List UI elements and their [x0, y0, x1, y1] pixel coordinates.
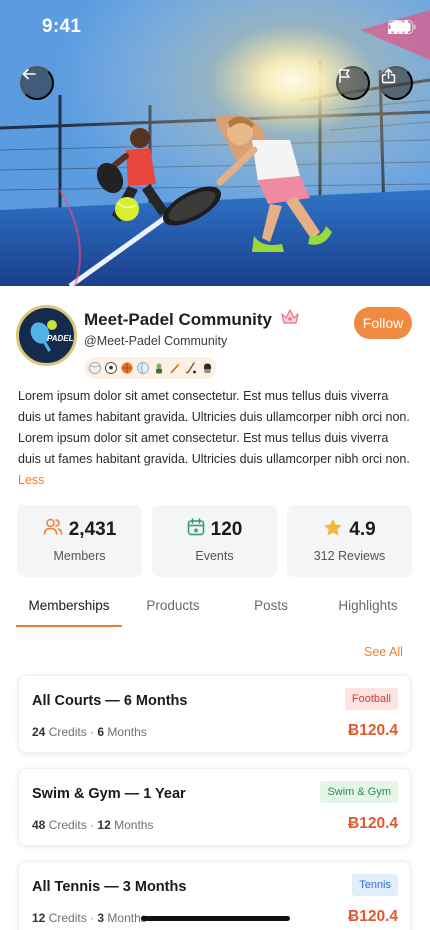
reviews-stat[interactable]: 4.9 312 Reviews: [287, 505, 412, 577]
credits-label: Credits: [48, 911, 87, 925]
membership-card[interactable]: All Courts — 6 Months 24 Credits · 6 Mon…: [18, 675, 411, 753]
community-description: Lorem ipsum dolor sit amet consectetur. …: [18, 386, 414, 491]
membership-card[interactable]: Swim & Gym — 1 Year 48 Credits · 12 Mont…: [18, 768, 411, 846]
category-badge: Football: [344, 688, 398, 710]
padel-logo-icon: PADEL: [19, 308, 74, 363]
status-time: 9:41: [42, 16, 82, 37]
hockey-icon: [184, 362, 197, 375]
membership-title: All Tennis — 3 Months: [32, 879, 187, 895]
membership-price: Ƀ120.4: [348, 908, 398, 925]
membership-meta: 12 Credits · 3 Months: [32, 911, 147, 925]
tab-products[interactable]: Products: [123, 598, 223, 613]
crown-icon: [280, 308, 300, 331]
report-button[interactable]: [336, 66, 370, 100]
members-count: 2,431: [68, 518, 117, 540]
category-badge: Tennis: [352, 874, 398, 896]
active-tab-indicator: [16, 625, 122, 627]
membership-credits: 12: [32, 911, 46, 925]
events-count: 120: [210, 518, 243, 540]
users-icon: [43, 518, 63, 541]
membership-months: 6: [97, 725, 105, 739]
follow-button[interactable]: Follow: [354, 307, 412, 339]
see-all-link[interactable]: See All: [364, 645, 403, 659]
sports-icons-row: [84, 357, 217, 379]
back-button[interactable]: [20, 66, 54, 100]
community-name: Meet-Padel Community: [84, 309, 272, 329]
soccer-ball-icon: [104, 362, 117, 375]
boxing-glove-icon: [200, 362, 213, 375]
section-tabs: Memberships Products Posts Highlights: [16, 598, 414, 628]
membership-months: 12: [97, 818, 111, 832]
membership-credits: 48: [32, 818, 46, 832]
status-bar: 9:41: [0, 0, 430, 56]
membership-months: 3: [97, 911, 105, 925]
tab-highlights[interactable]: Highlights: [318, 598, 418, 613]
volleyball-icon: [136, 362, 149, 375]
months-label: Months: [107, 725, 147, 739]
events-stat[interactable]: 120 Events: [152, 505, 277, 577]
share-button[interactable]: [379, 66, 413, 100]
home-indicator: [141, 916, 290, 921]
calendar-icon: [187, 518, 205, 541]
membership-price: Ƀ120.4: [348, 722, 398, 739]
credits-label: Credits: [48, 818, 87, 832]
tab-memberships[interactable]: Memberships: [19, 598, 119, 613]
membership-meta: 48 Credits · 12 Months: [32, 818, 154, 832]
rating-value: 4.9: [349, 519, 376, 540]
membership-title: All Courts — 6 Months: [32, 693, 188, 709]
events-label: Events: [195, 549, 234, 563]
basketball-icon: [120, 362, 133, 375]
credits-label: Credits: [48, 725, 87, 739]
community-handle: @Meet-Padel Community: [84, 334, 228, 348]
golf-icon: [152, 362, 165, 375]
members-label: Members: [53, 549, 106, 563]
less-link[interactable]: Less: [18, 473, 44, 487]
star-icon: [323, 518, 343, 542]
tab-posts[interactable]: Posts: [221, 598, 321, 613]
reviews-label: 312 Reviews: [313, 549, 386, 563]
community-avatar: PADEL: [16, 305, 77, 366]
category-badge: Swim & Gym: [320, 781, 398, 803]
members-stat[interactable]: 2,431 Members: [17, 505, 142, 577]
membership-credits: 24: [32, 725, 46, 739]
membership-price: Ƀ120.4: [348, 815, 398, 832]
months-label: Months: [114, 818, 154, 832]
logo-text: PADEL: [47, 334, 74, 343]
membership-title: Swim & Gym — 1 Year: [32, 786, 186, 802]
padel-racket-icon: [168, 362, 181, 375]
membership-meta: 24 Credits · 6 Months: [32, 725, 147, 739]
description-text: Lorem ipsum dolor sit amet consectetur. …: [18, 389, 410, 466]
tennis-ball-icon: [88, 361, 101, 375]
cover-photo: 9:41: [0, 0, 430, 286]
